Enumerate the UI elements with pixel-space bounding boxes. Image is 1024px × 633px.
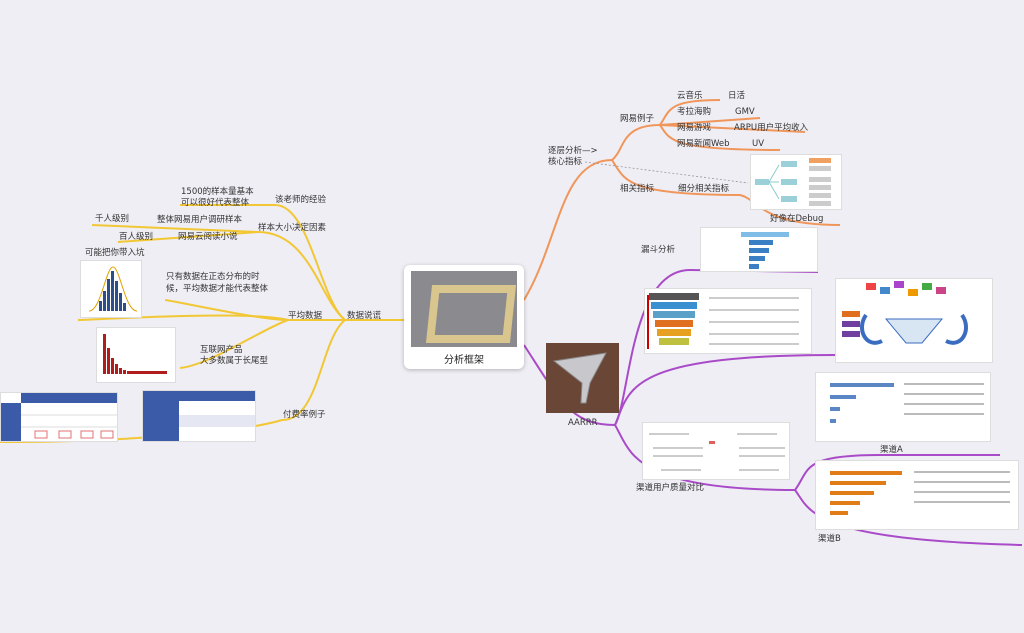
node-payrate[interactable]: 付费率例子 [283, 410, 326, 421]
netease-product-4: 网易新闻Web [677, 139, 730, 149]
sample-desc-2: 网易云阅读小说 [178, 232, 238, 242]
table-icon [1, 393, 117, 441]
related-sub: 细分相关指标 [678, 184, 730, 194]
normal-distribution-thumb[interactable] [80, 260, 142, 318]
average-longtail-2: 大多数属于长尾型 [200, 356, 269, 366]
bar-funnel-icon [741, 232, 789, 269]
aarrr-model-thumb[interactable] [644, 288, 812, 354]
related-note: 好像在Debug [770, 214, 824, 224]
normal-distribution-icon [88, 266, 138, 312]
table-icon [143, 391, 255, 441]
sample-desc-1: 整体网易用户调研样本 [157, 215, 243, 225]
node-layered-1[interactable]: 逐层分析—> [548, 146, 598, 157]
netease-metric-3: ARPU用户平均收入 [734, 123, 809, 133]
node-layered-2: 核心指标 [548, 157, 583, 167]
cycle-diagram-icon [842, 281, 968, 345]
node-related[interactable]: 相关指标 [620, 184, 654, 195]
user-growth-cycle-thumb[interactable] [835, 278, 993, 363]
root-title: 分析框架 [444, 355, 484, 366]
channel-compare-thumb[interactable] [642, 422, 790, 480]
node-sample-size[interactable]: 样本大小决定因素 [258, 223, 326, 234]
payrate-table-1-thumb[interactable] [0, 392, 118, 442]
node-channel-compare[interactable]: 渠道用户质量对比 [636, 483, 704, 494]
comparison-table-icon [649, 433, 785, 471]
edge-sample [257, 231, 346, 321]
edge-layered [523, 159, 613, 301]
netease-product-1: 云音乐 [677, 91, 703, 101]
funnel-analysis-thumb[interactable] [700, 227, 818, 272]
longtail-chart-icon [103, 334, 167, 374]
edge-payrate [281, 319, 346, 421]
netease-product-2: 考拉海购 [677, 107, 712, 117]
average-longtail-1: 互联网产品 [200, 345, 243, 355]
tree-diagram-icon [755, 158, 831, 206]
funnel-photo [546, 343, 619, 413]
frame-image [411, 271, 517, 347]
teacher-note-1: 1500的样本量基本 [181, 187, 254, 197]
pyramid-icon [647, 293, 799, 349]
average-normal-1: 只有数据在正态分布的时 [166, 272, 260, 282]
node-teacher-exp[interactable]: 该老师的经验 [275, 195, 326, 206]
payrate-table-2-thumb[interactable] [142, 390, 256, 442]
root-node[interactable]: 分析框架 [404, 265, 524, 369]
netease-product-3: 网易游戏 [677, 123, 712, 133]
branch-data-lies[interactable]: 数据说谎 [347, 311, 381, 322]
channel-b-chart-thumb[interactable] [815, 460, 1019, 530]
netease-metric-2: GMV [735, 107, 755, 117]
bar-chart-icon [830, 383, 984, 423]
longtail-thumb[interactable] [96, 327, 176, 383]
funnel-icon [546, 343, 619, 413]
channel-a-chart-thumb[interactable] [815, 372, 991, 442]
node-channel-a[interactable]: 渠道A [880, 445, 903, 456]
bar-chart-icon [830, 471, 1010, 515]
sample-level-1: 千人级别 [95, 214, 130, 224]
netease-metric-1: 日活 [728, 91, 746, 101]
sample-level-2: 百人级别 [119, 232, 154, 242]
teacher-note-2: 可以很好代表整体 [181, 198, 250, 208]
netease-metric-4: UV [752, 139, 765, 149]
average-pit: 可能把你带入坑 [85, 248, 145, 258]
average-normal-2: 候，平均数据才能代表整体 [166, 284, 269, 294]
node-funnel[interactable]: 漏斗分析 [641, 245, 675, 256]
node-netease[interactable]: 网易例子 [620, 114, 654, 125]
related-metrics-thumb[interactable] [750, 154, 842, 210]
node-channel-b[interactable]: 渠道B [818, 534, 841, 545]
node-aarrr[interactable]: AARRR [568, 418, 598, 429]
node-average[interactable]: 平均数据 [288, 311, 322, 322]
